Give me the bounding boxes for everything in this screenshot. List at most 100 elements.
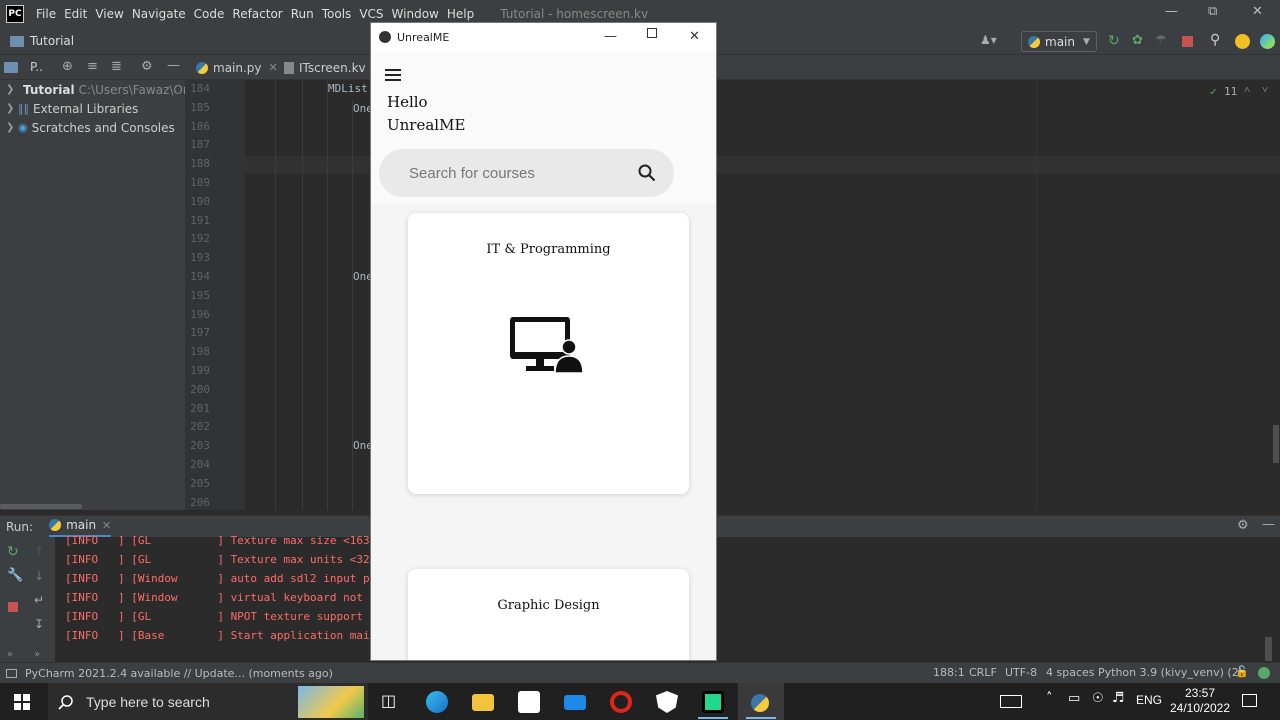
opera-icon[interactable] [610, 691, 632, 713]
chevron-up-icon[interactable]: ˄ [1046, 691, 1053, 706]
menu-help[interactable]: Help [443, 7, 478, 21]
close-icon[interactable]: ✕ [689, 29, 700, 44]
close-icon[interactable]: ✕ [1252, 4, 1263, 19]
gear-icon[interactable]: ⚙ [141, 59, 153, 74]
update-icon[interactable] [1235, 34, 1250, 49]
wrench-icon[interactable]: 🔧 [7, 568, 23, 583]
maximize-icon[interactable] [647, 28, 657, 38]
menu-file[interactable]: File [32, 7, 60, 21]
minimize-icon[interactable]: — [1165, 4, 1178, 19]
restore-icon[interactable]: ⧉ [1208, 4, 1217, 19]
menu-edit[interactable]: Edit [60, 7, 91, 21]
file-encoding[interactable]: UTF-8 [1005, 666, 1037, 679]
close-tab-icon[interactable]: ✕ [102, 519, 111, 532]
line-separator[interactable]: CRLF [969, 666, 997, 679]
status-message[interactable]: PyCharm 2021.2.4 available // Update... … [25, 667, 333, 680]
console-scrollbar[interactable] [1265, 637, 1272, 661]
notification-center-icon[interactable] [1242, 694, 1257, 707]
gear-icon[interactable]: ⚙ [1237, 518, 1249, 533]
project-view-select[interactable]: P.. [30, 60, 43, 74]
arrow-down-icon[interactable]: ↓ [34, 569, 44, 583]
battery-icon[interactable]: ▭ [1068, 691, 1080, 706]
menu-window[interactable]: Window [388, 7, 443, 21]
collapse-all-icon[interactable]: ≣ [111, 59, 122, 74]
line-number: 191 [190, 213, 210, 227]
search-input[interactable] [409, 161, 619, 185]
console-line: [INFO ] [Window ] auto add sdl2 input pr [65, 572, 377, 585]
taskbar-search-input[interactable] [86, 693, 286, 710]
chevron-right-icon[interactable]: ❯ [0, 122, 14, 133]
tree-item-external-libraries[interactable]: ❯ ‖‖ External Libraries [0, 99, 185, 118]
language-indicator[interactable]: ENG [1136, 693, 1162, 707]
lock-icon[interactable]: 🔓 [1235, 665, 1249, 678]
close-tab-icon[interactable]: ✕ [269, 61, 278, 74]
menu-run[interactable]: Run [287, 7, 318, 21]
menu-code[interactable]: Code [190, 7, 229, 21]
file-explorer-icon[interactable] [472, 694, 494, 711]
breadcrumb[interactable]: Tutorial [30, 34, 74, 48]
search-icon[interactable] [638, 164, 656, 182]
right-margin [1036, 80, 1037, 510]
chevron-down-icon[interactable]: ˅ [1262, 83, 1268, 96]
hide-panel-icon[interactable]: — [167, 58, 180, 73]
menu-tools[interactable]: Tools [318, 7, 356, 21]
menu-navigate[interactable]: Navigate [128, 7, 190, 21]
security-shield-icon[interactable] [656, 691, 678, 713]
rerun-icon[interactable]: ↻ [7, 544, 19, 560]
chevron-up-icon[interactable]: ˄ [1244, 83, 1250, 96]
course-card-it[interactable]: IT & Programming [408, 213, 689, 494]
course-card-graphic-design[interactable]: Graphic Design [408, 569, 689, 660]
tab-main-py[interactable]: main.py ✕ [190, 55, 284, 80]
scroll-to-end-icon[interactable]: ↧ [34, 617, 44, 631]
search-icon[interactable]: ⚲ [1210, 32, 1220, 48]
chevron-right-icon[interactable]: ❯ [0, 103, 14, 114]
task-view-icon[interactable]: ◫ [381, 691, 396, 710]
tree-item-scratches[interactable]: ❯ ◉ Scratches and Consoles [0, 118, 185, 137]
run-config-select[interactable]: main ▼ [1021, 31, 1097, 52]
vertical-scrollbar[interactable] [1273, 425, 1279, 463]
python-taskbar-item[interactable] [738, 683, 784, 720]
caret-position[interactable]: 188:1 [933, 666, 965, 679]
inspection-count[interactable]: 11 [1224, 85, 1237, 98]
store-icon[interactable] [518, 691, 540, 713]
windows-start-icon[interactable] [14, 694, 30, 710]
search-bar[interactable] [379, 149, 674, 197]
menu-refactor[interactable]: Refactor [228, 7, 286, 21]
expand-all-icon[interactable]: ≡ [87, 59, 98, 74]
interpreter[interactable]: Python 3.9 (kivy_venv) (2) [1098, 666, 1243, 679]
coverage-icon[interactable]: ☂ [1155, 33, 1167, 48]
clock[interactable]: 23:57 24/10/2022 [1168, 686, 1232, 716]
wifi-icon[interactable]: ☉ [1092, 691, 1104, 706]
expand-icon[interactable]: » [7, 649, 13, 660]
menu-view[interactable]: View [91, 7, 127, 21]
plugin-icon[interactable] [1260, 34, 1275, 49]
rerun-icon[interactable]: ↻ [1108, 33, 1120, 49]
horizontal-scrollbar[interactable] [0, 504, 82, 509]
notification-icon[interactable] [1258, 667, 1270, 679]
indent-setting[interactable]: 4 spaces [1046, 666, 1095, 679]
expand-icon[interactable]: » [34, 649, 40, 660]
folder-icon [10, 35, 24, 47]
keyboard-icon[interactable] [1000, 695, 1022, 708]
locate-icon[interactable]: ⊕ [62, 59, 73, 74]
scratches-icon: ◉ [18, 121, 28, 134]
menu-vcs[interactable]: VCS [355, 7, 387, 21]
debug-icon[interactable]: ✿ [1132, 33, 1143, 48]
pycharm-taskbar-icon[interactable] [702, 691, 724, 713]
user-icon[interactable]: ♟▾ [980, 33, 997, 47]
arrow-up-icon[interactable]: ↑ [34, 544, 44, 558]
tree-item-tutorial[interactable]: ❯ Tutorial C:\Users\Fawaz\One [0, 80, 185, 99]
stop-icon[interactable] [1182, 36, 1193, 47]
stop-icon[interactable] [8, 602, 18, 612]
volume-icon[interactable]: ♬ [1112, 690, 1125, 706]
soft-wrap-icon[interactable]: ↵ [34, 593, 44, 607]
taskbar-search[interactable] [48, 683, 368, 720]
menu-icon[interactable] [385, 69, 401, 84]
minimize-icon[interactable]: — [604, 29, 617, 44]
mail-icon[interactable] [564, 695, 586, 710]
edge-icon[interactable] [426, 691, 448, 713]
panel-toggle-icon[interactable] [6, 668, 17, 678]
inspection-ok-icon[interactable]: ✓ [1210, 85, 1217, 98]
hide-panel-icon[interactable]: — [1262, 517, 1275, 532]
chevron-right-icon[interactable]: ❯ [0, 84, 14, 95]
